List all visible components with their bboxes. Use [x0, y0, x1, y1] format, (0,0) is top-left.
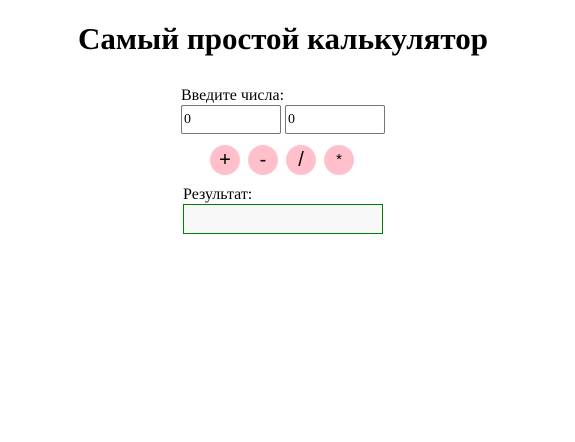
add-button[interactable]: + [210, 145, 240, 175]
subtract-button[interactable]: - [248, 145, 278, 175]
calculator-form: Введите числа: + - / * Результат: [181, 87, 391, 234]
page-title: Самый простой калькулятор [78, 21, 488, 56]
result-label: Результат: [183, 186, 253, 203]
result-output [183, 204, 383, 234]
result-block: Результат: [183, 186, 383, 234]
inputs-row [181, 105, 391, 134]
first-number-input[interactable] [181, 105, 281, 134]
divide-button[interactable]: / [286, 145, 316, 175]
second-number-input[interactable] [285, 105, 385, 134]
multiply-button[interactable]: * [324, 145, 354, 175]
input-label: Введите числа: [181, 87, 285, 104]
operations-row: + - / * [210, 145, 354, 175]
